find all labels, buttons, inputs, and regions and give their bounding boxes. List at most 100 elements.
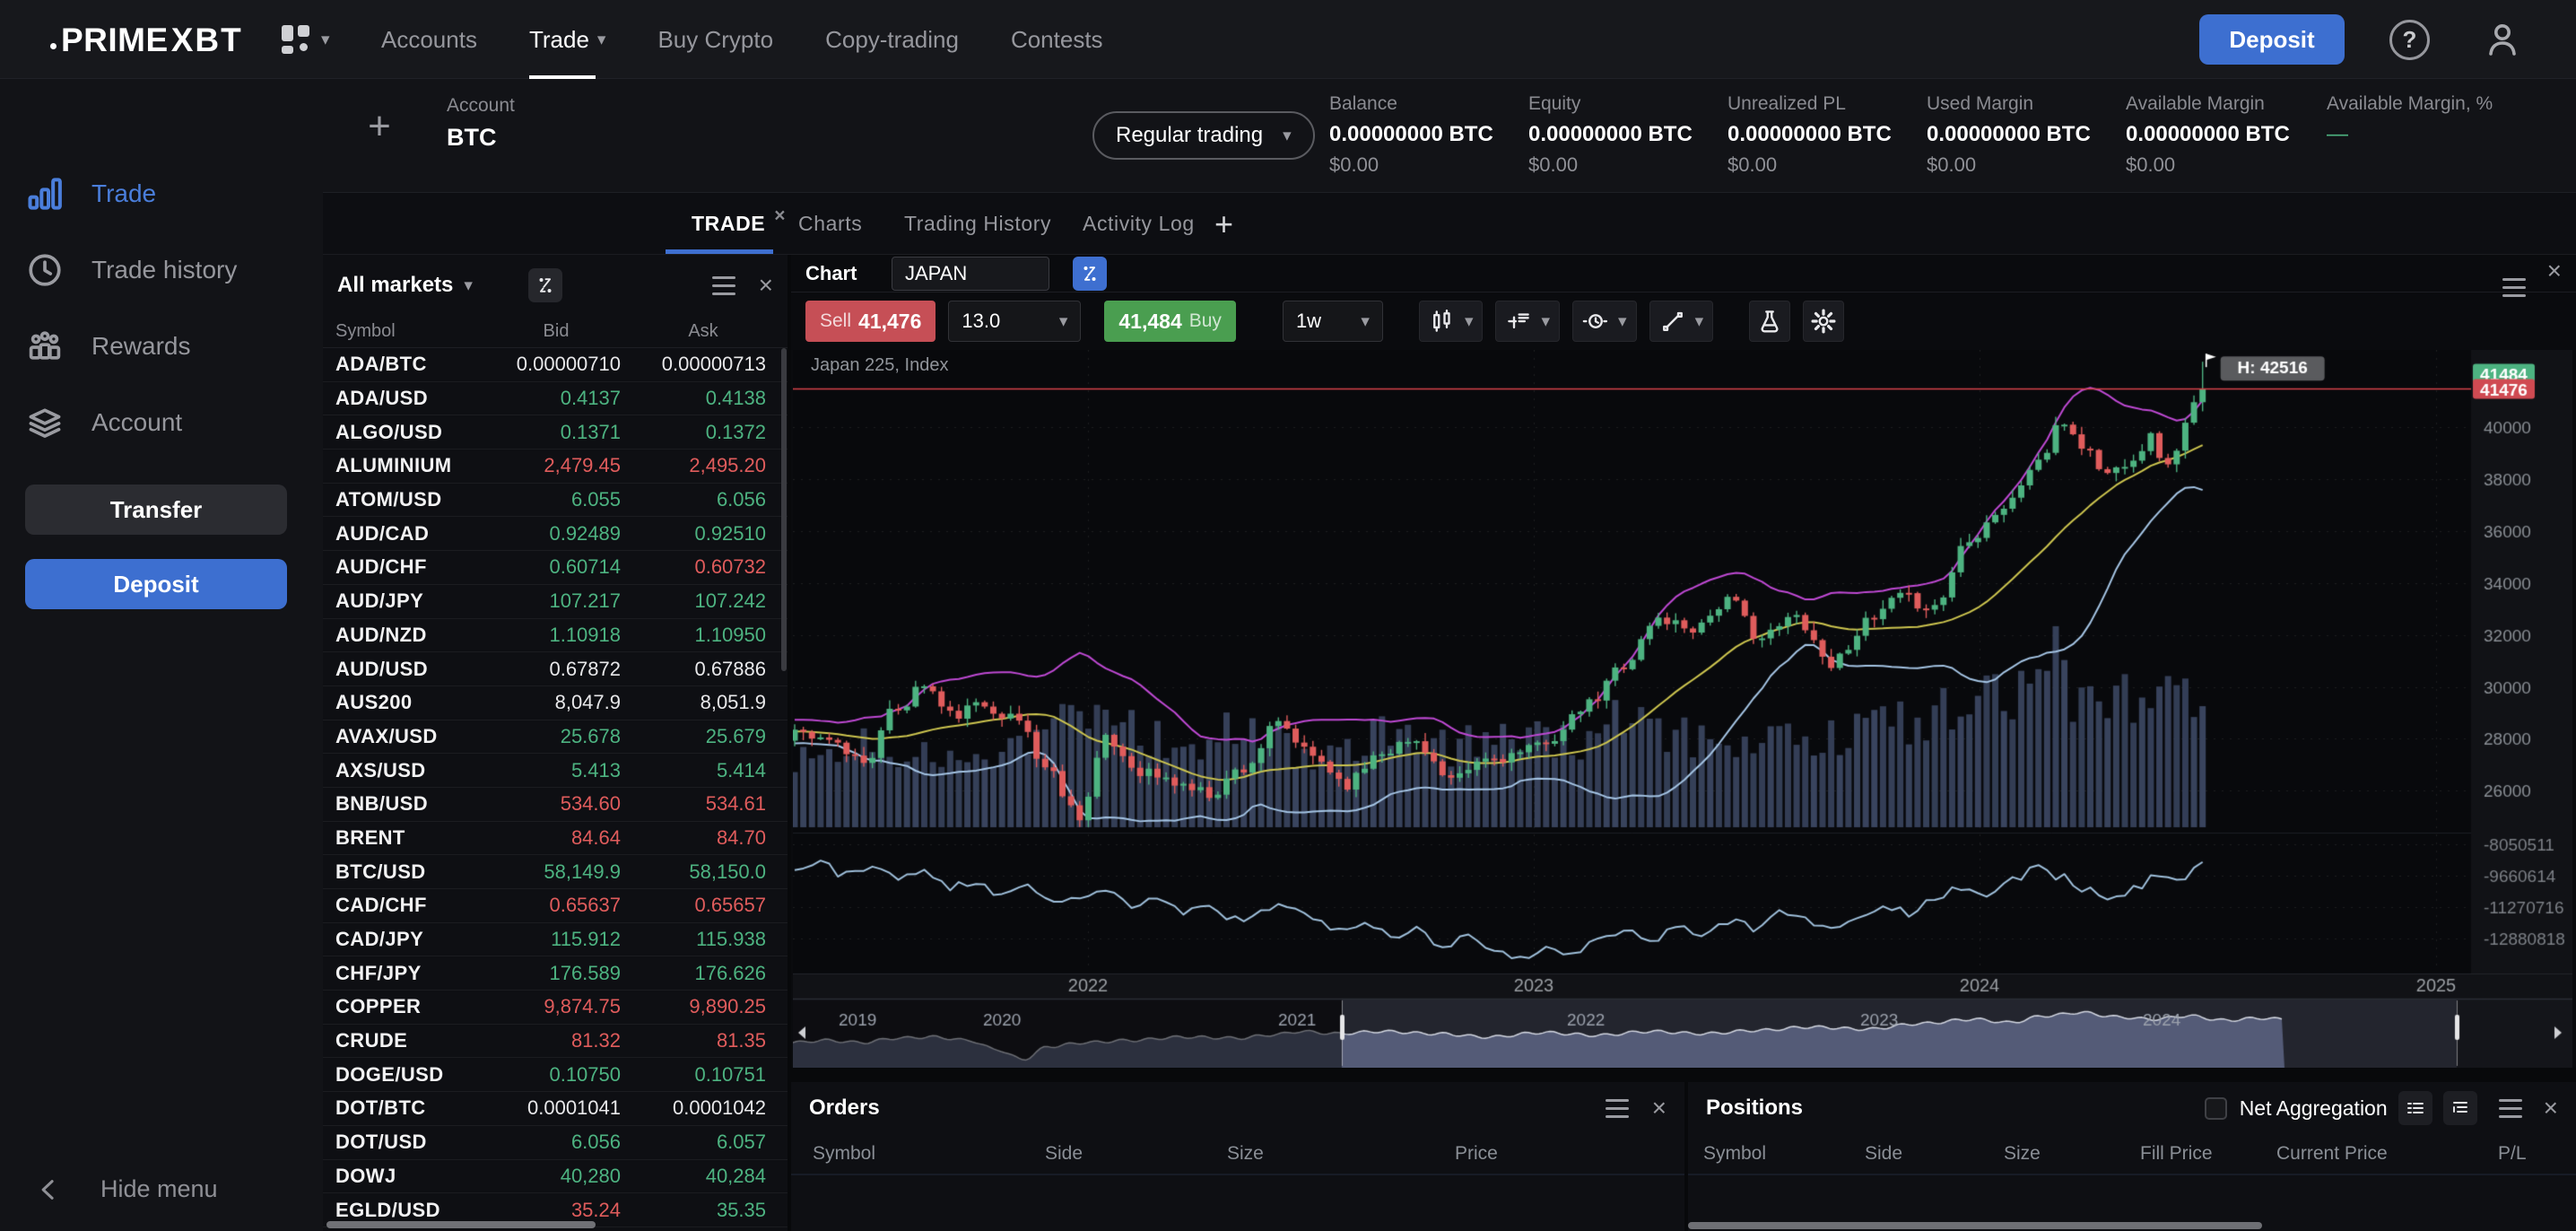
market-bid[interactable]: 0.60714 [484, 555, 621, 579]
net-aggregation-checkbox[interactable] [2204, 1096, 2227, 1120]
market-row[interactable]: CAD/CHF 0.65637 0.65657 [323, 889, 788, 923]
market-bid[interactable]: 40,280 [484, 1165, 621, 1188]
market-bid[interactable]: 9,874.75 [484, 995, 621, 1018]
market-ask[interactable]: 0.4138 [621, 387, 766, 410]
chart-type-select[interactable]: ▾ [1418, 301, 1484, 342]
market-bid[interactable]: 0.67872 [484, 658, 621, 681]
market-row[interactable]: CAD/JPY 115.912 115.938 [323, 923, 788, 957]
market-ask[interactable]: 0.65657 [621, 894, 766, 917]
tab-charts[interactable]: Charts [798, 193, 862, 255]
close-panel-icon[interactable]: × [2547, 258, 2562, 284]
deposit-button[interactable]: Deposit [2199, 14, 2345, 65]
nav-item-contests[interactable]: Contests [1011, 0, 1103, 79]
add-account-button[interactable]: + [355, 102, 404, 151]
market-ask[interactable]: 534.61 [621, 792, 766, 816]
close-panel-icon[interactable]: × [759, 273, 773, 298]
market-ask[interactable]: 0.00000713 [621, 353, 766, 376]
market-ask[interactable]: 0.10751 [621, 1063, 766, 1087]
apps-menu-button[interactable]: ▾ [280, 23, 330, 56]
price-chart-canvas[interactable] [793, 350, 2572, 1068]
market-bid[interactable]: 25.678 [484, 725, 621, 748]
market-row[interactable]: AUD/NZD 1.10918 1.10950 [323, 619, 788, 653]
help-icon[interactable]: ? [2389, 20, 2430, 60]
panel-menu-icon[interactable] [1605, 1098, 1629, 1118]
horizontal-scrollbar[interactable] [326, 1221, 596, 1228]
market-ask[interactable]: 0.92510 [621, 522, 766, 546]
panel-menu-icon[interactable] [711, 275, 735, 295]
market-row[interactable]: ALGO/USD 0.1371 0.1372 [323, 415, 788, 450]
market-bid[interactable]: 81.32 [484, 1029, 621, 1052]
market-ask[interactable]: 9,890.25 [621, 995, 766, 1018]
market-bid[interactable]: 534.60 [484, 792, 621, 816]
market-ask[interactable]: 0.60732 [621, 555, 766, 579]
drawing-tool-select[interactable]: ▾ [1649, 301, 1714, 342]
market-bid[interactable]: 6.055 [484, 488, 621, 511]
market-ask[interactable]: 176.626 [621, 962, 766, 985]
timeframe-select[interactable]: 1w ▾ [1282, 301, 1383, 342]
market-bid[interactable]: 0.4137 [484, 387, 621, 410]
nav-item-copy-trading[interactable]: Copy-trading [825, 0, 959, 79]
market-ask[interactable]: 81.35 [621, 1029, 766, 1052]
sell-button[interactable]: Sell 41,476 [805, 301, 936, 342]
market-row[interactable]: BRENT 84.64 84.70 [323, 822, 788, 856]
market-bid[interactable]: 84.64 [484, 826, 621, 850]
group-rows-icon[interactable] [2442, 1091, 2477, 1125]
transfer-button[interactable]: Transfer [25, 485, 287, 535]
market-row[interactable]: CHF/JPY 176.589 176.626 [323, 956, 788, 991]
market-row[interactable]: AUD/USD 0.67872 0.67886 [323, 652, 788, 686]
nav-item-buy-crypto[interactable]: Buy Crypto [657, 0, 773, 79]
market-bid[interactable]: 2,479.45 [484, 454, 621, 477]
market-ask[interactable]: 115.938 [621, 928, 766, 951]
indicators-button[interactable] [1749, 301, 1791, 342]
close-panel-icon[interactable]: × [2544, 1096, 2558, 1121]
market-bid[interactable]: 176.589 [484, 962, 621, 985]
chart-symbol-input[interactable] [892, 257, 1049, 291]
market-ask[interactable]: 5.414 [621, 759, 766, 782]
tab-activity-log[interactable]: Activity Log [1083, 193, 1195, 255]
market-row[interactable]: AUD/JPY 107.217 107.242 [323, 585, 788, 619]
order-size-select[interactable]: 13.0 ▾ [948, 301, 1082, 342]
deposit-sidebar-button[interactable]: Deposit [25, 559, 287, 609]
market-bid[interactable]: 1.10918 [484, 624, 621, 647]
market-row[interactable]: ALUMINIUM 2,479.45 2,495.20 [323, 450, 788, 484]
market-ask[interactable]: 58,150.0 [621, 860, 766, 884]
market-bid[interactable]: 58,149.9 [484, 860, 621, 884]
order-display-select[interactable]: ▾ [1495, 301, 1561, 342]
primexbt-logo[interactable]: PRIME XBT [50, 22, 243, 59]
market-row[interactable]: ATOM/USD 6.055 6.056 [323, 484, 788, 518]
market-row[interactable]: AUD/CAD 0.92489 0.92510 [323, 517, 788, 552]
market-bid[interactable]: 0.00000710 [484, 353, 621, 376]
market-ask[interactable]: 40,284 [621, 1165, 766, 1188]
market-ask[interactable]: 0.67886 [621, 658, 766, 681]
panel-menu-icon[interactable] [2498, 1098, 2522, 1118]
market-bid[interactable]: 0.0001041 [484, 1096, 621, 1120]
row-density-icon[interactable] [2398, 1091, 2432, 1125]
market-ask[interactable]: 1.10950 [621, 624, 766, 647]
market-row[interactable]: AUS200 8,047.9 8,051.9 [323, 686, 788, 720]
market-row[interactable]: ADA/BTC 0.00000710 0.00000713 [323, 348, 788, 382]
market-bid[interactable]: 0.10750 [484, 1063, 621, 1087]
market-row[interactable]: DOT/USD 6.056 6.057 [323, 1126, 788, 1160]
add-tab-button[interactable]: + [1214, 205, 1233, 243]
sidebar-item-trade[interactable]: Trade [0, 165, 323, 223]
chart-settings-button[interactable] [1803, 301, 1845, 342]
time-mode-select[interactable]: ▾ [1572, 301, 1637, 342]
market-row[interactable]: DOT/BTC 0.0001041 0.0001042 [323, 1092, 788, 1126]
market-bid[interactable]: 115.912 [484, 928, 621, 951]
hide-menu-button[interactable]: Hide menu [36, 1175, 218, 1203]
market-row[interactable]: DOWJ 40,280 40,284 [323, 1160, 788, 1194]
tab-trading-history[interactable]: Trading History [904, 193, 1051, 255]
tab-trade[interactable]: TRADE × [692, 193, 786, 255]
vertical-scrollbar[interactable] [781, 348, 787, 671]
market-ask[interactable]: 84.70 [621, 826, 766, 850]
market-ask[interactable]: 25.679 [621, 725, 766, 748]
market-bid[interactable]: 5.413 [484, 759, 621, 782]
market-row[interactable]: BTC/USD 58,149.9 58,150.0 [323, 855, 788, 889]
nav-item-accounts[interactable]: Accounts [381, 0, 477, 79]
market-ask[interactable]: 107.242 [621, 589, 766, 613]
market-bid[interactable]: 0.1371 [484, 421, 621, 444]
user-icon[interactable] [2481, 18, 2524, 61]
compare-symbol-button[interactable] [1073, 257, 1107, 291]
nav-item-trade[interactable]: Trade ▾ [528, 0, 605, 79]
market-bid[interactable]: 6.056 [484, 1131, 621, 1154]
